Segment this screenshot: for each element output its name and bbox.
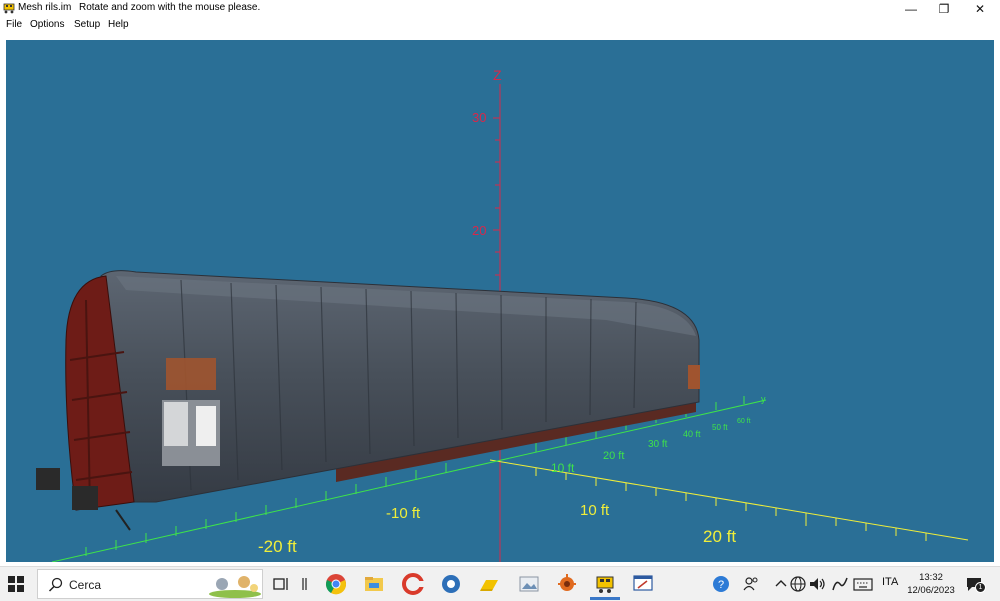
y-tick-label: 60 ft — [737, 418, 751, 425]
help-icon[interactable]: ? — [710, 573, 732, 595]
y-tick-label: 50 ft — [712, 423, 728, 432]
file-explorer-icon[interactable] — [363, 573, 385, 595]
search-highlight-art-icon — [209, 576, 261, 598]
scene-svg: Z 30 20 -20 ft -10 ft 10 ft 20 ft y 10 f… — [36, 67, 969, 562]
people-icon[interactable] — [740, 573, 762, 595]
clock-date: 12/06/2023 — [907, 585, 955, 596]
task-view-icon[interactable] — [270, 573, 292, 595]
close-button[interactable]: ✕ — [962, 0, 998, 17]
window-hint: Rotate and zoom with the mouse please. — [79, 2, 261, 13]
title-bar: Mesh rils.im Rotate and zoom with the mo… — [0, 0, 1000, 17]
taskbar: Cerca ? ITA 13:32 12/06/2023 1 — [0, 566, 1000, 601]
wagon-model — [36, 270, 700, 531]
taskbar-clock[interactable]: 13:32 12/06/2023 — [905, 571, 957, 597]
search-placeholder: Cerca — [69, 578, 102, 592]
ccleaner-icon[interactable] — [402, 573, 424, 595]
minimize-button[interactable]: — — [893, 0, 929, 17]
keyboard-icon[interactable] — [852, 573, 874, 595]
taskbar-search[interactable]: Cerca — [37, 569, 263, 599]
clock-time: 13:32 — [919, 572, 943, 583]
x-tick-label: -10 ft — [386, 505, 421, 522]
mesh-viewer-train-icon[interactable] — [594, 573, 616, 595]
pen-icon[interactable] — [829, 573, 851, 595]
y-tick-label: 20 ft — [603, 450, 624, 462]
language-indicator[interactable]: ITA — [882, 576, 898, 588]
x-tick-label: 20 ft — [703, 527, 736, 546]
y-tick-label: 10 ft — [551, 461, 575, 475]
app-train-icon — [3, 3, 15, 14]
photos-icon[interactable] — [518, 573, 540, 595]
folder-yellow-icon[interactable] — [478, 573, 500, 595]
z-axis-label: Z — [493, 67, 502, 83]
notification-count: 1 — [975, 582, 986, 593]
menu-file[interactable]: File — [6, 19, 22, 30]
editor-app-icon[interactable] — [632, 573, 654, 595]
chrome-icon[interactable] — [325, 573, 347, 595]
search-icon — [48, 577, 63, 592]
z-tick-label: 20 — [472, 223, 486, 238]
y-tick-label: 30 ft — [648, 439, 668, 450]
3d-viewport[interactable]: Z 30 20 -20 ft -10 ft 10 ft 20 ft y 10 f… — [6, 40, 994, 562]
volume-icon[interactable] — [806, 573, 828, 595]
y-axis-label: y — [761, 394, 766, 404]
z-tick-label: 30 — [472, 110, 486, 125]
windows-start-icon[interactable] — [7, 575, 25, 593]
restore-button[interactable]: ❐ — [926, 0, 962, 17]
menu-options[interactable]: Options — [30, 19, 64, 30]
svg-text:?: ? — [718, 579, 724, 591]
window-title: Mesh rils.im — [18, 2, 72, 13]
menu-bar: File Options Setup Help — [0, 17, 1000, 34]
game-app-icon[interactable] — [556, 573, 578, 595]
notification-center-icon[interactable]: 1 — [966, 576, 986, 593]
separator-icon — [302, 578, 307, 590]
restore-icon: ❐ — [938, 1, 950, 16]
blue-app-icon[interactable] — [440, 573, 462, 595]
x-tick-label: -20 ft — [258, 537, 297, 556]
minimize-icon: — — [905, 1, 917, 16]
close-icon: ✕ — [974, 1, 986, 16]
x-tick-label: 10 ft — [580, 502, 610, 519]
menu-setup[interactable]: Setup — [74, 19, 100, 30]
y-tick-label: 40 ft — [683, 429, 701, 439]
menu-help[interactable]: Help — [108, 19, 129, 30]
